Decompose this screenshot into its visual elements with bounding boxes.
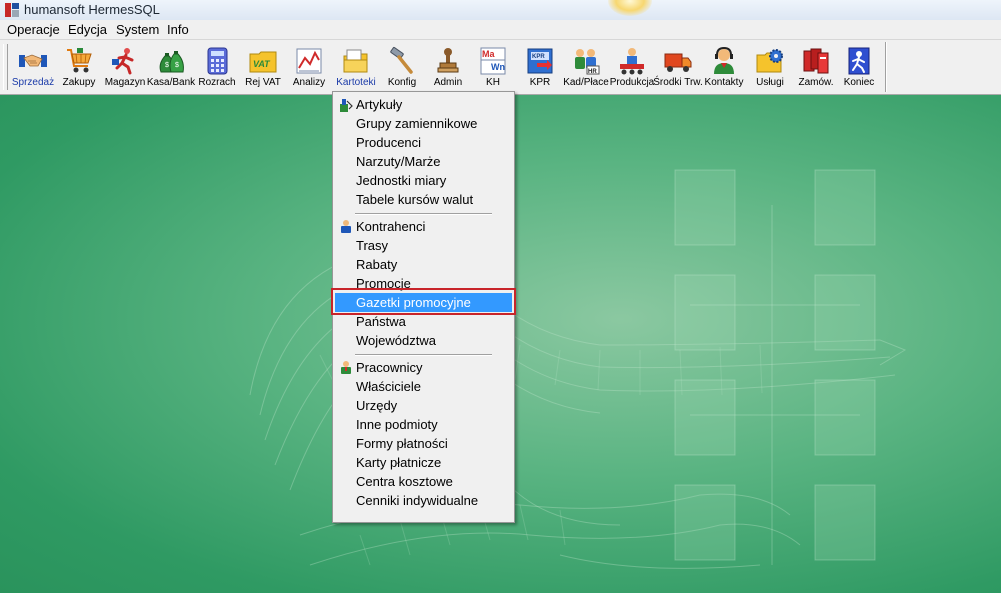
headset-person-icon <box>714 46 734 74</box>
toolbar-label: Koniec <box>843 77 875 88</box>
toolbar-button-magazyn[interactable]: Magazyn <box>103 42 147 92</box>
menu-item-jednostki-miary[interactable]: Jednostki miary <box>335 171 512 190</box>
handshake-icon <box>19 54 47 67</box>
stamp-icon <box>437 48 459 73</box>
toolbar-button-admin[interactable]: Admin <box>426 42 470 92</box>
menu-item-pracownicy[interactable]: Pracownicy <box>335 358 512 377</box>
svg-text:$: $ <box>175 62 179 69</box>
line-chart-icon <box>296 48 322 74</box>
menu-item-wojewodztwa[interactable]: Województwa <box>335 331 512 350</box>
toolbar-button-srodki-trwale[interactable]: Środki Trw. <box>653 42 703 92</box>
toolbar-button-rej-vat[interactable]: VAT Rej VAT <box>241 42 285 92</box>
menu-item-kontrahenci[interactable]: Kontrahenci <box>335 217 512 236</box>
toolbar-button-analizy[interactable]: Analizy <box>287 42 331 92</box>
folders-icon <box>343 49 368 73</box>
menu-info[interactable]: Info <box>163 21 193 38</box>
toolbar-button-zakupy[interactable]: Zakupy <box>57 42 101 92</box>
toolbar-button-kontakty[interactable]: Kontakty <box>702 42 746 92</box>
toolbar-button-konfig[interactable]: Konfig <box>380 42 424 92</box>
toolbar-button-sprzedaz[interactable]: Sprzedaż <box>11 42 55 92</box>
menu-separator <box>355 354 492 356</box>
exit-door-icon <box>848 47 870 75</box>
window-title: humansoft HermesSQL <box>24 2 160 17</box>
main-toolbar: Sprzedaż Zakupy Magazyn $ $ Kasa/Bank Ro… <box>0 40 1001 95</box>
order-books-icon <box>803 48 829 74</box>
menu-item-inne-podmioty[interactable]: Inne podmioty <box>335 415 512 434</box>
vat-folder-icon: VAT <box>249 51 277 73</box>
article-icon <box>340 99 353 112</box>
app-logo-icon <box>5 3 19 17</box>
toolbar-button-kh[interactable]: Ma Wn KH <box>471 42 515 92</box>
highlight-annotation-frame <box>331 288 516 315</box>
menu-item-wlasciciele[interactable]: Właściciele <box>335 377 512 396</box>
kpr-book-icon: KPR <box>527 48 553 74</box>
employee-icon <box>341 361 351 374</box>
menu-item-producenci[interactable]: Producenci <box>335 133 512 152</box>
menu-system[interactable]: System <box>112 21 163 38</box>
calculator-icon <box>207 47 228 75</box>
toolbar-button-kartoteki[interactable]: Kartoteki <box>334 42 378 92</box>
title-bar: humansoft HermesSQL <box>0 0 1001 21</box>
toolbar-button-uslugi[interactable]: Usługi <box>748 42 792 92</box>
menu-operacje[interactable]: Operacje <box>3 21 64 38</box>
money-bags-icon: $ $ <box>159 51 184 73</box>
toolbar-separator <box>885 42 887 92</box>
menu-item-narzuty-marze[interactable]: Narzuty/Marże <box>335 152 512 171</box>
truck-icon <box>664 53 692 72</box>
toolbar-button-rozrach[interactable]: Rozrach <box>195 42 239 92</box>
menu-item-tabele-kursow-walut[interactable]: Tabele kursów walut <box>335 190 512 209</box>
menu-bar: Operacje Edycja System Info <box>0 20 1001 40</box>
production-icon <box>620 48 644 75</box>
menu-item-karty-platnicze[interactable]: Karty płatnicze <box>335 453 512 472</box>
menu-item-trasy[interactable]: Trasy <box>335 236 512 255</box>
menu-edycja[interactable]: Edycja <box>64 21 111 38</box>
menu-item-artykuly[interactable]: Artykuły <box>335 95 512 114</box>
toolbar-button-kasa-bank[interactable]: $ $ Kasa/Bank <box>147 42 195 92</box>
toolbar-button-kad-place[interactable]: HR Kad/Płace <box>563 42 609 92</box>
window-glow-decoration <box>608 0 652 16</box>
toolbar-button-koniec[interactable]: Koniec <box>837 42 881 92</box>
staff-hr-icon: HR <box>575 49 600 75</box>
running-man-icon <box>112 48 134 75</box>
svg-text:HR: HR <box>588 69 597 75</box>
menu-item-urzedy[interactable]: Urzędy <box>335 396 512 415</box>
svg-text:$: $ <box>165 62 169 69</box>
menu-item-centra-kosztowe[interactable]: Centra kosztowe <box>335 472 512 491</box>
toolbar-button-produkcja[interactable]: Produkcja <box>610 42 654 92</box>
ma-wn-ledger-icon: Ma Wn <box>480 47 506 75</box>
menu-item-rabaty[interactable]: Rabaty <box>335 255 512 274</box>
hammer-icon <box>390 46 413 74</box>
shopping-cart-icon <box>67 48 92 73</box>
menu-item-grupy-zamiennikowe[interactable]: Grupy zamiennikowe <box>335 114 512 133</box>
contractor-icon <box>341 220 351 233</box>
svg-text:Ma: Ma <box>482 49 495 59</box>
menu-item-cenniki-indywidualne[interactable]: Cenniki indywidualne <box>335 491 512 510</box>
toolbar-button-kpr[interactable]: KPR KPR <box>518 42 562 92</box>
svg-text:Wn: Wn <box>491 62 505 72</box>
gear-folder-icon <box>756 49 783 73</box>
menu-separator <box>355 213 492 215</box>
menu-item-formy-platnosci[interactable]: Formy płatności <box>335 434 512 453</box>
svg-text:VAT: VAT <box>253 59 271 69</box>
svg-text:KPR: KPR <box>532 54 545 60</box>
